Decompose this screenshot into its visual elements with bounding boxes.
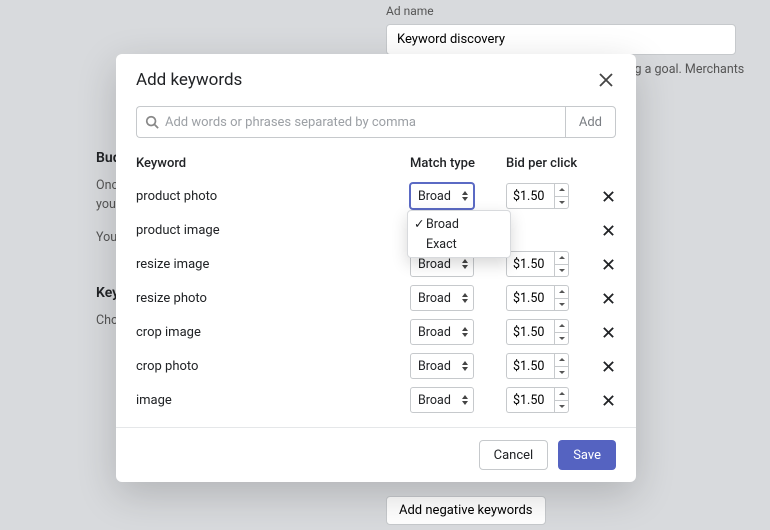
- bid-stepper[interactable]: [554, 183, 569, 209]
- delete-keyword-icon[interactable]: [601, 189, 616, 204]
- bid-stepper[interactable]: [554, 353, 569, 379]
- bid-stepper[interactable]: [554, 251, 569, 277]
- keyword-name: resize image: [136, 257, 410, 272]
- col-match-type: Match type: [410, 156, 500, 171]
- delete-keyword-icon[interactable]: [601, 257, 616, 272]
- add-keyword-button[interactable]: Add: [565, 106, 616, 138]
- bid-step-up[interactable]: [555, 354, 568, 367]
- match-type-select[interactable]: Broad: [410, 353, 474, 379]
- keyword-row: imageBroad: [136, 383, 616, 417]
- bid-step-down[interactable]: [555, 197, 568, 209]
- col-keyword: Keyword: [136, 156, 410, 171]
- bid-step-down[interactable]: [555, 299, 568, 311]
- chevron-updown-icon: [462, 395, 468, 405]
- match-type-select[interactable]: Broad: [410, 285, 474, 311]
- bid-stepper[interactable]: [554, 387, 569, 413]
- save-button[interactable]: Save: [558, 440, 616, 470]
- keyword-name: crop photo: [136, 359, 410, 374]
- delete-keyword-icon[interactable]: [601, 359, 616, 374]
- match-type-select[interactable]: Broad✓BroadExact: [410, 183, 474, 209]
- chevron-updown-icon: [462, 191, 468, 201]
- keyword-search-input[interactable]: [165, 115, 557, 130]
- chevron-updown-icon: [462, 259, 468, 269]
- bid-input[interactable]: [506, 353, 554, 379]
- match-option-broad[interactable]: ✓Broad: [408, 214, 510, 234]
- keyword-row: product image: [136, 213, 616, 247]
- keyword-row: resize imageBroad: [136, 247, 616, 281]
- chevron-updown-icon: [462, 361, 468, 371]
- chevron-updown-icon: [462, 293, 468, 303]
- keyword-name: resize photo: [136, 291, 410, 306]
- bid-step-down[interactable]: [555, 401, 568, 413]
- keyword-name: crop image: [136, 325, 410, 340]
- keyword-name: product image: [136, 223, 410, 238]
- bid-step-up[interactable]: [555, 286, 568, 299]
- close-icon[interactable]: [596, 70, 616, 90]
- bid-step-up[interactable]: [555, 320, 568, 333]
- bid-step-down[interactable]: [555, 333, 568, 345]
- match-type-select[interactable]: Broad: [410, 387, 474, 413]
- ad-name-input[interactable]: [386, 24, 736, 55]
- modal-title: Add keywords: [136, 70, 242, 90]
- add-keywords-modal: Add keywords Add Keyword Match type Bid …: [116, 54, 636, 482]
- bid-input[interactable]: [506, 183, 554, 209]
- delete-keyword-icon[interactable]: [601, 393, 616, 408]
- add-negative-keywords-button[interactable]: Add negative keywords: [386, 496, 546, 525]
- search-icon: [145, 115, 159, 129]
- bid-step-up[interactable]: [555, 252, 568, 265]
- col-bid: Bid per click: [506, 156, 590, 171]
- bid-step-down[interactable]: [555, 367, 568, 379]
- bid-input[interactable]: [506, 387, 554, 413]
- bid-step-down[interactable]: [555, 265, 568, 277]
- bid-input[interactable]: [506, 319, 554, 345]
- match-option-exact[interactable]: Exact: [408, 234, 510, 254]
- delete-keyword-icon[interactable]: [601, 223, 616, 238]
- ad-name-label: Ad name: [386, 4, 770, 18]
- match-type-select[interactable]: Broad: [410, 319, 474, 345]
- match-type-dropdown: ✓BroadExact: [407, 210, 511, 258]
- bid-stepper[interactable]: [554, 285, 569, 311]
- bid-step-up[interactable]: [555, 388, 568, 401]
- keyword-name: image: [136, 393, 410, 408]
- bid-stepper[interactable]: [554, 319, 569, 345]
- cancel-button[interactable]: Cancel: [479, 440, 549, 470]
- bid-input[interactable]: [506, 251, 554, 277]
- delete-keyword-icon[interactable]: [601, 325, 616, 340]
- bid-input[interactable]: [506, 285, 554, 311]
- keyword-name: product photo: [136, 189, 410, 204]
- keyword-row: crop photoBroad: [136, 349, 616, 383]
- delete-keyword-icon[interactable]: [601, 291, 616, 306]
- keyword-row: product photoBroad✓BroadExact: [136, 179, 616, 213]
- keyword-row: crop imageBroad: [136, 315, 616, 349]
- keyword-row: resize photoBroad: [136, 281, 616, 315]
- chevron-updown-icon: [462, 327, 468, 337]
- bid-step-up[interactable]: [555, 184, 568, 197]
